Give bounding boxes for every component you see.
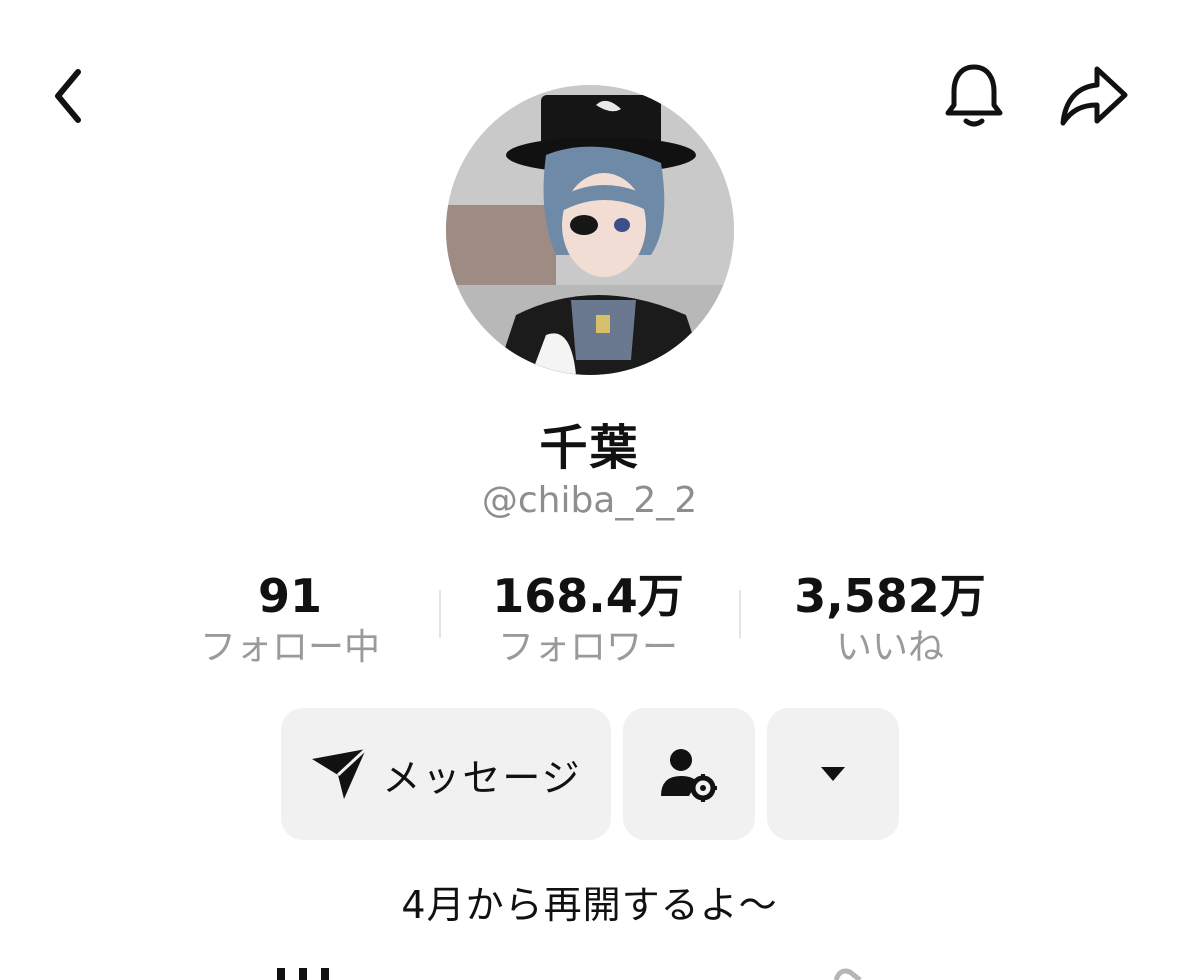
stat-likes[interactable]: 3,582万 いいね: [770, 568, 1010, 672]
message-button[interactable]: メッセージ: [281, 708, 611, 840]
display-name: 千葉: [539, 420, 640, 476]
liked-tab-icon: [833, 968, 862, 980]
stat-divider: [439, 590, 441, 638]
bio-text: 4月から再開するよ〜: [401, 883, 778, 927]
stat-followers-value: 168.4万: [492, 569, 684, 623]
chevron-left-icon: [55, 69, 81, 123]
message-button-label: メッセージ: [382, 755, 582, 800]
notification-bell-button[interactable]: [936, 58, 1012, 134]
stat-followers[interactable]: 168.4万 フォロワー: [470, 568, 706, 672]
profile-tabs[interactable]: [0, 962, 1179, 980]
avatar[interactable]: [446, 85, 734, 375]
stat-likes-value: 3,582万: [794, 569, 986, 623]
stat-likes-label: いいね: [835, 627, 944, 668]
caret-down-icon: [821, 767, 845, 781]
back-button[interactable]: [36, 58, 100, 130]
grid-tab-icon: [277, 968, 329, 980]
profile-page: 千葉 @chiba_2_2 91 フォロー中 168.4万 フォロワー 3,58…: [0, 0, 1179, 980]
stat-following-label: フォロー中: [199, 627, 380, 668]
bell-icon: [945, 64, 1003, 127]
send-icon: [312, 747, 368, 799]
stat-following[interactable]: 91 フォロー中: [180, 568, 400, 672]
stat-followers-label: フォロワー: [497, 627, 678, 668]
friend-settings-button[interactable]: [623, 708, 755, 840]
person-gear-icon: [661, 749, 717, 802]
stat-following-value: 91: [257, 569, 322, 623]
more-options-button[interactable]: [767, 708, 899, 840]
username: @chiba_2_2: [481, 480, 698, 521]
share-button[interactable]: [1052, 58, 1136, 134]
stat-divider: [739, 590, 741, 638]
share-arrow-icon: [1060, 66, 1128, 126]
avatar-photo: [446, 85, 734, 375]
